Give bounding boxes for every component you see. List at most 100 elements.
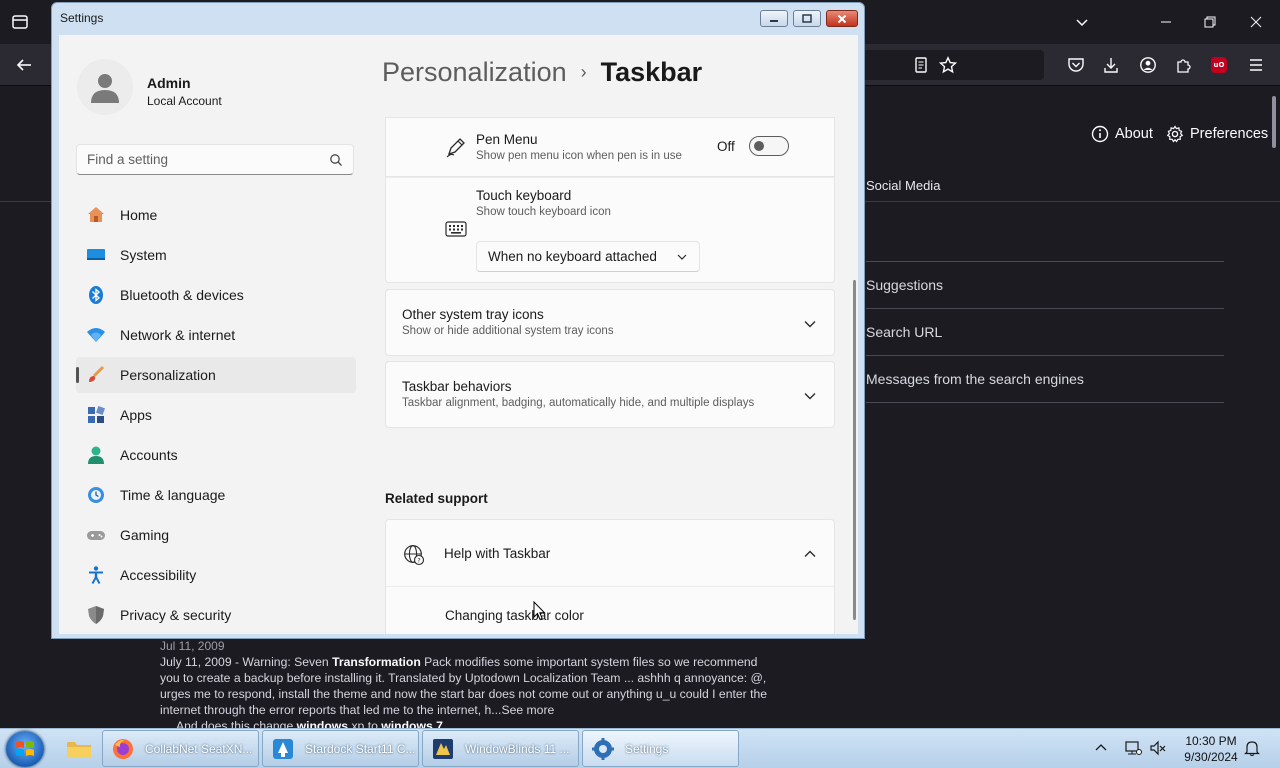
section-messages[interactable]: Messages from the search engines xyxy=(866,356,1224,403)
notifications-bell-icon[interactable] xyxy=(1243,739,1261,757)
user-silhouette-icon xyxy=(91,74,119,103)
help-link-taskbar-color[interactable]: Changing taskbar color xyxy=(445,608,584,623)
search-input[interactable] xyxy=(87,152,317,167)
preferences-link[interactable]: Preferences xyxy=(1166,125,1268,143)
nav-item-privacy[interactable]: Privacy & security xyxy=(76,597,356,633)
preferences-label: Preferences xyxy=(1190,126,1269,142)
start11-icon xyxy=(273,738,293,759)
help-taskbar-header[interactable]: ? Help with Taskbar xyxy=(386,520,834,587)
nav-item-system[interactable]: System xyxy=(76,237,356,273)
other-tray-icons-card[interactable]: Other system tray icons Show or hide add… xyxy=(385,289,835,356)
back-arrow-icon[interactable] xyxy=(12,53,36,77)
section-search-url[interactable]: Search URL xyxy=(866,309,1224,356)
taskbar-behaviors-card[interactable]: Taskbar behaviors Taskbar alignment, bad… xyxy=(385,361,835,428)
tab-overflow-chevron-icon[interactable] xyxy=(1062,8,1102,36)
nav-item-accounts[interactable]: Accounts xyxy=(76,437,356,473)
search-box[interactable] xyxy=(76,144,354,175)
nav-label: Time & language xyxy=(120,487,226,503)
hamburger-menu-icon[interactable] xyxy=(1245,54,1267,76)
extensions-icon[interactable] xyxy=(1173,54,1195,76)
gear-icon xyxy=(1166,125,1184,143)
nav-label: Home xyxy=(120,207,158,223)
snippet-bold: Transformation xyxy=(332,655,421,669)
nav-label: Accounts xyxy=(120,447,178,463)
keyboard-icon xyxy=(445,221,467,237)
nav-item-bluetooth[interactable]: Bluetooth & devices xyxy=(76,277,356,313)
maximize-button[interactable] xyxy=(793,10,821,27)
nav-item-time-language[interactable]: Time & language xyxy=(76,477,356,513)
search-icon[interactable] xyxy=(329,153,343,167)
about-link[interactable]: About xyxy=(1091,125,1153,143)
result-date: Jul 11, 2009 xyxy=(160,639,225,653)
system-clock[interactable]: 10:30 PM 9/30/2024 xyxy=(1176,733,1246,765)
user-name: Admin xyxy=(147,75,191,91)
ublock-origin-icon[interactable]: uO xyxy=(1208,54,1230,76)
browser-restore-button[interactable] xyxy=(1190,8,1230,36)
show-hidden-icons-chevron-icon[interactable] xyxy=(1092,739,1110,757)
chevron-down-icon[interactable] xyxy=(803,389,817,403)
result-snippet: July 11, 2009 - Warning: Seven Transform… xyxy=(160,654,780,734)
content-scrollbar[interactable] xyxy=(853,280,856,620)
breadcrumb-separator: › xyxy=(580,62,587,82)
touch-keyboard-dropdown[interactable]: When no keyboard attached xyxy=(476,241,700,272)
touch-keyboard-row: Touch keyboard Show touch keyboard icon … xyxy=(385,177,835,283)
user-account-type: Local Account xyxy=(147,94,222,108)
behaviors-title: Taskbar behaviors xyxy=(402,379,512,394)
pocket-icon[interactable] xyxy=(1065,54,1087,76)
section-label: Search URL xyxy=(866,324,943,340)
taskbar-item-settings[interactable]: Settings xyxy=(582,730,739,767)
nav-item-accessibility[interactable]: Accessibility xyxy=(76,557,356,593)
network-tray-icon[interactable] xyxy=(1124,739,1142,757)
avatar[interactable] xyxy=(77,59,133,115)
breadcrumb: Personalization › Taskbar xyxy=(382,57,702,88)
taskbar-item-label: CollabNet SeatXN... xyxy=(145,741,253,756)
breadcrumb-parent[interactable]: Personalization xyxy=(382,57,567,88)
list-all-tabs-icon[interactable] xyxy=(10,12,30,32)
wifi-icon xyxy=(86,325,106,345)
nav-item-network[interactable]: Network & internet xyxy=(76,317,356,353)
taskbar-item-firefox[interactable]: CollabNet SeatXN... xyxy=(102,730,259,767)
downloads-icon[interactable] xyxy=(1100,54,1122,76)
page-scrollbar[interactable] xyxy=(1272,96,1276,148)
browser-close-button[interactable] xyxy=(1236,8,1276,36)
url-bar[interactable] xyxy=(864,50,1044,80)
globe-help-icon: ? xyxy=(404,545,425,566)
clock-time: 10:30 PM xyxy=(1185,734,1237,748)
brush-icon xyxy=(86,365,106,385)
help-taskbar-title: Help with Taskbar xyxy=(444,546,551,561)
close-button[interactable] xyxy=(826,10,858,27)
related-support-heading: Related support xyxy=(385,491,488,506)
start-button[interactable] xyxy=(6,731,44,767)
section-label: Messages from the search engines xyxy=(866,371,1084,387)
taskbar-item-label: Settings xyxy=(625,741,669,756)
chevron-up-icon[interactable] xyxy=(803,547,817,561)
accounts-icon xyxy=(86,445,106,465)
browser-minimize-button[interactable] xyxy=(1146,8,1186,36)
section-suggestions[interactable]: Suggestions xyxy=(866,262,1224,309)
nav-item-personalization[interactable]: Personalization xyxy=(76,357,356,393)
account-icon[interactable] xyxy=(1137,54,1159,76)
time-icon xyxy=(86,485,106,505)
touch-keyboard-desc: Show touch keyboard icon xyxy=(476,206,611,218)
window-title: Settings xyxy=(60,11,104,25)
social-media-tab[interactable]: Social Media xyxy=(866,178,940,193)
nav-item-home[interactable]: Home xyxy=(76,197,356,233)
pen-menu-title: Pen Menu xyxy=(476,132,538,147)
nav-item-apps[interactable]: Apps xyxy=(76,397,356,433)
file-explorer-pinned[interactable] xyxy=(59,730,99,767)
bookmark-star-icon[interactable] xyxy=(938,56,958,74)
behaviors-desc: Taskbar alignment, badging, automaticall… xyxy=(402,397,755,409)
taskbar-item-windowblinds[interactable]: WindowBlinds 11 ... xyxy=(422,730,579,767)
volume-tray-icon[interactable] xyxy=(1149,739,1167,757)
minimize-button[interactable] xyxy=(760,10,788,27)
taskbar-item-start11[interactable]: Stardock Start11 C... xyxy=(262,730,419,767)
reader-view-icon[interactable] xyxy=(912,56,930,74)
nav-item-gaming[interactable]: Gaming xyxy=(76,517,356,553)
pen-menu-toggle[interactable] xyxy=(749,136,789,156)
chevron-down-icon[interactable] xyxy=(803,317,817,331)
behaviors-text: Taskbar behaviors Taskbar alignment, bad… xyxy=(402,379,754,409)
settings-window: Settings Admin Local Account Home System xyxy=(51,2,865,639)
nav-label: Accessibility xyxy=(120,567,197,583)
chevron-down-icon xyxy=(677,254,687,260)
nav-label: Network & internet xyxy=(120,327,236,343)
